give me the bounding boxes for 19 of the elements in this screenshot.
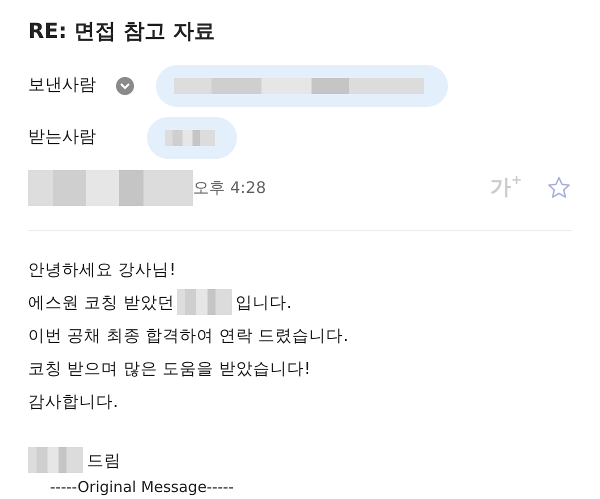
blurred-text (28, 447, 83, 473)
blurred-text (176, 289, 232, 315)
star-icon[interactable] (546, 174, 572, 200)
body-text: 입니다. (236, 292, 292, 314)
recipient-label: 받는사람 (28, 126, 97, 149)
body-text: 이번 공채 최종 합격하여 연락 드렸습니다. (28, 324, 348, 346)
body-text: 에스원 코칭 받았던 (28, 292, 174, 314)
body-text: 드림 (87, 450, 121, 472)
body-text: 코칭 받으며 많은 도움을 받았습니다! (28, 358, 311, 380)
quote-header: -----Original Message----- (49, 476, 235, 496)
email-subject: RE: 면접 참고 자료 (28, 18, 216, 45)
blurred-text (165, 130, 215, 146)
body-text: 안녕하세요 강사님! (28, 258, 176, 280)
sender-chip[interactable] (156, 64, 448, 106)
expand-icon[interactable] (116, 76, 134, 94)
body-text: 감사합니다. (28, 390, 118, 412)
sent-time: 오후 4:28 (193, 176, 266, 198)
sender-label: 보낸사람 (28, 74, 97, 97)
recipient-chip[interactable] (147, 116, 237, 158)
